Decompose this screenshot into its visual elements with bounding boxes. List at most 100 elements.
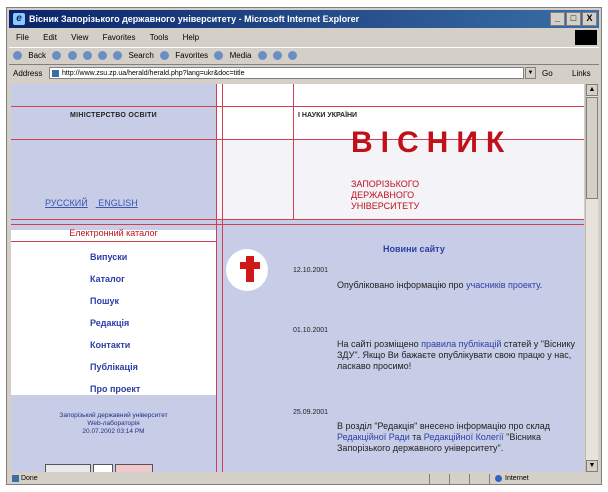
address-input[interactable]: http://www.zsu.zp.ua/herald/herald.php?l… [49,67,524,79]
menu-item-about[interactable]: Про проект [90,384,140,394]
menu-item-issues[interactable]: Випуски [90,252,127,262]
back-icon[interactable] [13,51,22,61]
scroll-thumb[interactable] [586,97,598,199]
news-text: В розділ "Редакція" внесено інформацію п… [337,421,551,431]
catalog-header[interactable]: Електронний каталог [11,228,216,238]
footer-university[interactable]: Запорізький державний університет [11,412,216,420]
scroll-up-icon[interactable]: ▲ [586,84,598,96]
address-dropdown-icon[interactable]: ▼ [525,67,536,79]
divider-line [11,224,584,225]
menu-item-publication[interactable]: Публікація [90,362,138,372]
menu-tools[interactable]: Tools [150,33,169,42]
toolbar: Back Search Favorites Media [9,47,599,65]
news-text: На сайті розміщено [337,339,422,349]
home-icon[interactable] [97,51,107,61]
language-switcher: РУССКИЙ ENGLISH [45,198,146,208]
news-date: 01.10.2001 [293,327,329,334]
menu-item-search[interactable]: Пошук [90,296,119,306]
maximize-button[interactable]: □ [566,12,581,26]
print-icon[interactable] [288,51,298,61]
divider-line [11,106,584,107]
menu-view[interactable]: View [71,33,88,42]
subtitle-line: ЗАПОРІЗЬКОГО [351,179,420,189]
lang-en-link[interactable]: ENGLISH [98,198,138,208]
status-divider [489,474,490,484]
zone-label: Internet [505,475,529,482]
address-url: http://www.zsu.zp.ua/herald/herald.php?l… [62,70,245,77]
page-viewport: МІНІСТЕРСТВО ОСВІТИ І НАУКИ УКРАЇНИ ВІСН… [11,84,584,472]
menu-help[interactable]: Help [183,33,199,42]
footer-info: Запорізький державний університет Web-ла… [11,412,216,436]
mail-icon[interactable] [272,51,282,61]
status-divider [469,474,470,484]
windows-logo-icon [575,30,597,45]
menu-item-contacts[interactable]: Контакти [90,340,130,350]
ministry-label: МІНІСТЕРСТВО ОСВІТИ [69,112,158,119]
refresh-icon[interactable] [82,51,92,61]
address-bar: Address http://www.zsu.zp.ua/herald/hera… [9,66,599,81]
counter-banner[interactable] [115,464,153,472]
news-text: та [409,432,424,442]
media-button[interactable]: Media [230,51,252,60]
news-item: В розділ "Редакція" внесено інформацію п… [337,421,577,454]
favorites-icon[interactable] [160,51,170,61]
status-divider [449,474,450,484]
menu-favorites[interactable]: Favorites [103,33,136,42]
counter-banner[interactable] [93,464,113,472]
page-icon [52,70,59,77]
search-button[interactable]: Search [128,51,153,60]
page-subtitle: ЗАПОРІЗЬКОГО ДЕРЖАВНОГО УНІВЕРСИТЕТУ [351,179,419,212]
emblem-cross-icon [246,256,254,282]
menu-item-editorial[interactable]: Редакція [90,318,129,328]
news-text: . [539,280,543,290]
menu-bar: File Edit View Favorites Tools Help [9,30,599,45]
media-icon[interactable] [214,51,224,61]
title-bar: e Вісник Запорізького державного універс… [9,10,599,28]
scroll-down-icon[interactable]: ▼ [586,460,598,472]
counter-banner[interactable] [45,464,91,472]
status-text: Done [20,475,38,482]
page-title: ВІСНИК [351,126,513,159]
divider-line [11,241,216,242]
news-item: На сайті розміщено правила публікацій ст… [337,339,577,372]
internet-globe-icon [495,474,502,482]
footer-date: 20.07.2002 03:14 PM [82,428,145,435]
history-icon[interactable] [257,51,267,61]
lang-ru-link[interactable]: РУССКИЙ [45,198,88,208]
emblem-cross-icon [240,262,260,269]
favorites-button[interactable]: Favorites [175,51,208,60]
ie-icon: e [13,13,25,25]
editorial-council-link[interactable]: Редакційної Ради [337,432,410,442]
divider-line [216,84,217,472]
go-button[interactable]: Go [542,66,553,81]
stop-icon[interactable] [67,51,77,61]
menu-edit[interactable]: Edit [43,33,57,42]
security-zone: Internet [495,474,529,484]
window-title: Вісник Запорізького державного університ… [29,14,360,24]
links-button[interactable]: Links [572,66,591,81]
news-text: Опубліковано інформацію про [337,280,467,290]
search-icon[interactable] [113,51,123,61]
close-button[interactable]: X [582,12,597,26]
footer-lab[interactable]: Web-лабораторія [11,420,216,428]
participants-link[interactable]: учасників проекту [466,280,540,290]
divider-line [293,84,294,219]
news-date: 25.09.2001 [293,409,329,416]
menu-item-catalog[interactable]: Каталог [90,274,125,284]
status-bar: Done Internet [9,474,599,484]
news-date: 12.10.2001 [293,267,329,274]
menu-file[interactable]: File [16,33,29,42]
editorial-board-link[interactable]: Редакційної Колегії [424,432,504,442]
vertical-scrollbar[interactable]: ▲ ▼ [585,84,598,472]
back-button[interactable]: Back [28,51,46,60]
status-divider [429,474,430,484]
subtitle-line: ДЕРЖАВНОГО [351,190,415,200]
science-label: І НАУКИ УКРАЇНИ [298,112,358,119]
minimize-button[interactable]: _ [550,12,565,26]
browser-window: e Вісник Запорізького державного універс… [6,7,602,485]
news-heading: Новини сайту [383,244,445,254]
publication-rules-link[interactable]: правила публікацій [421,339,501,349]
divider-line [222,84,223,472]
forward-icon[interactable] [52,51,62,61]
page-done-icon [12,474,19,482]
